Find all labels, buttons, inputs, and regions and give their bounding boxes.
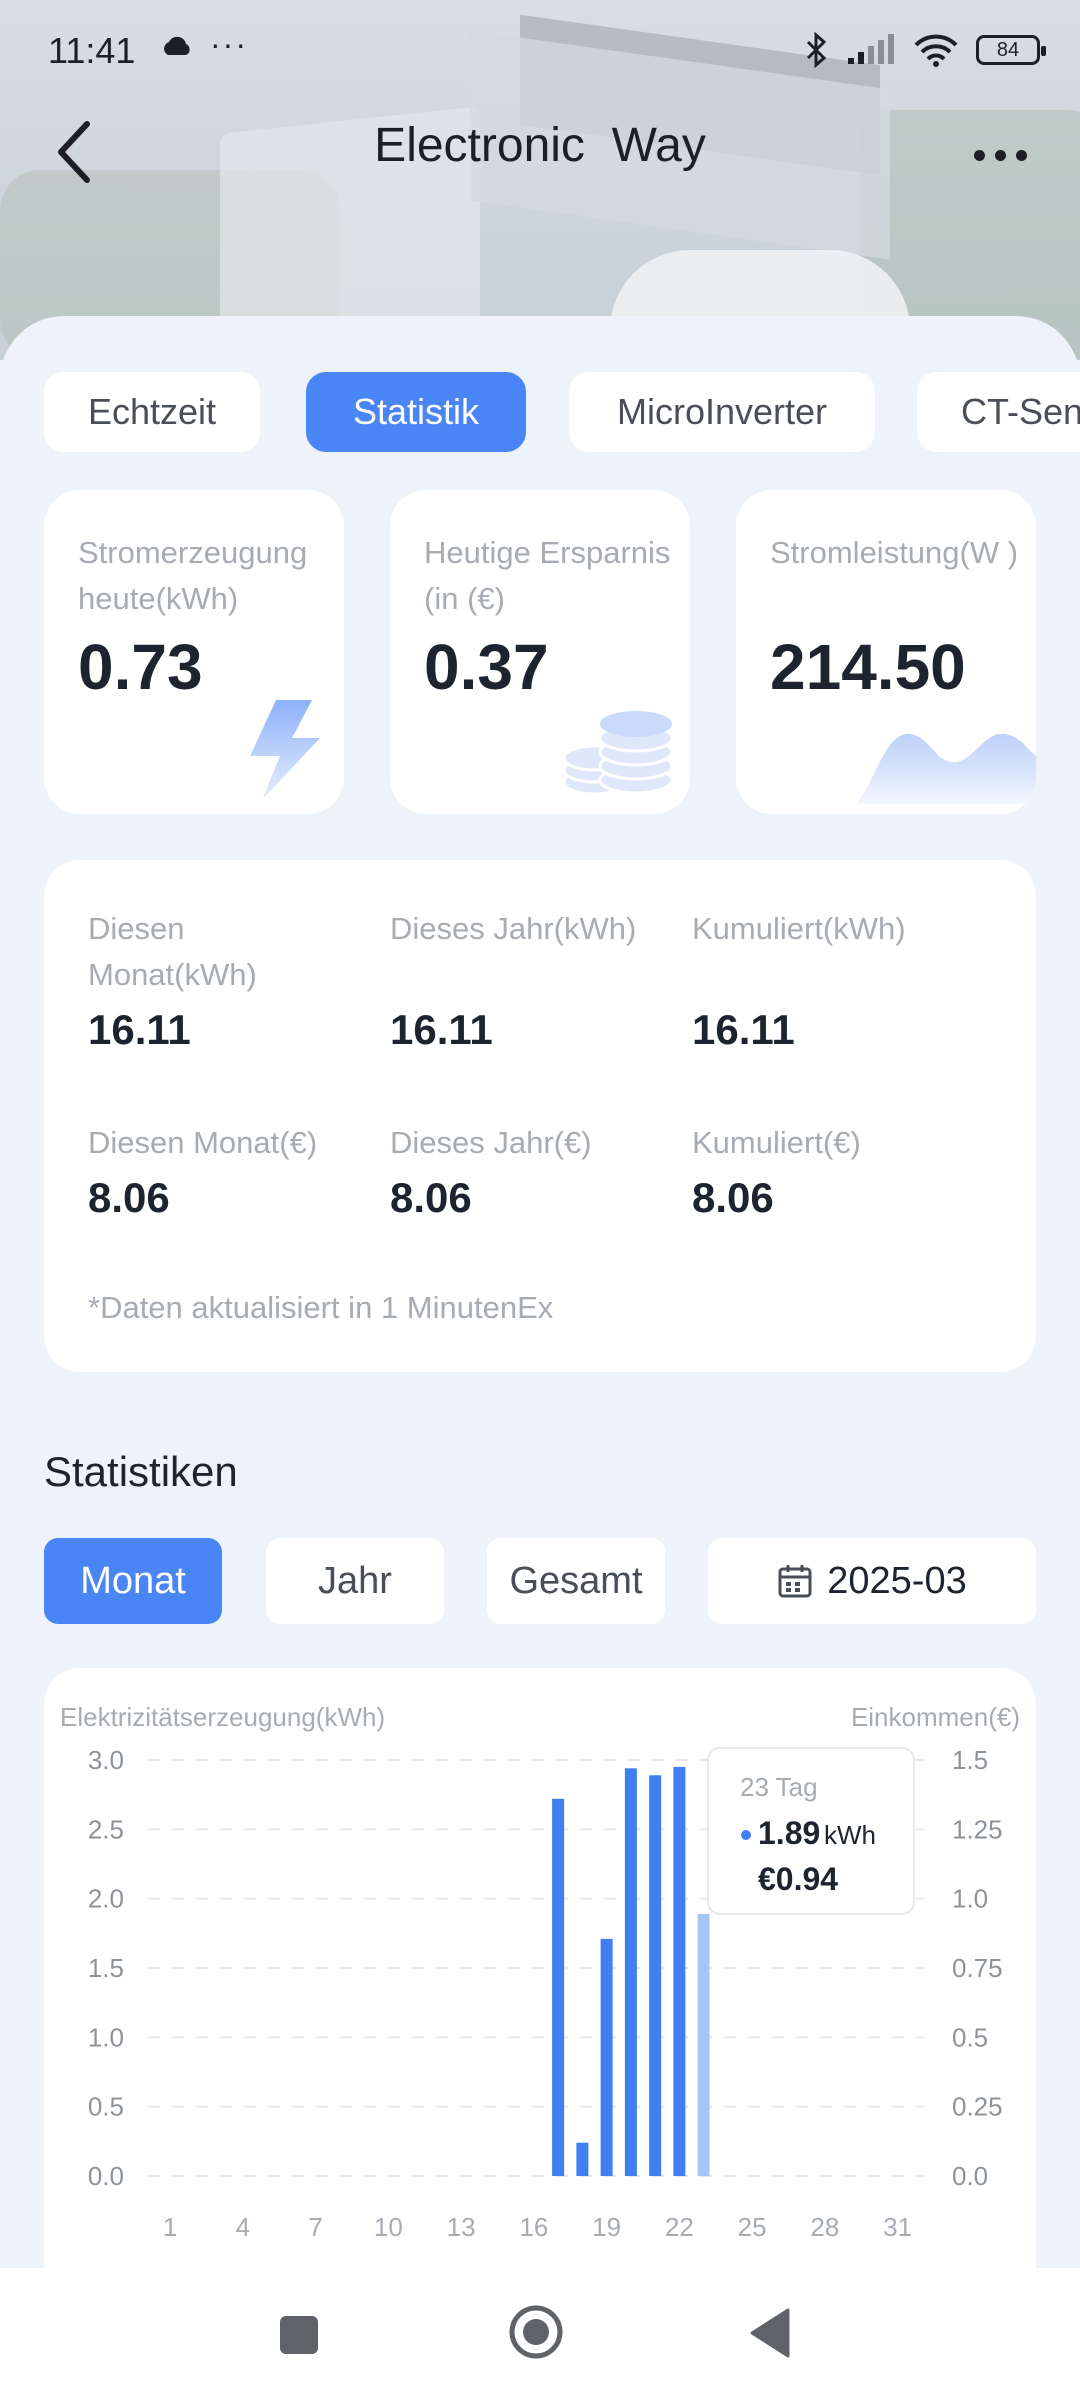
x-tick-label: 13: [447, 2212, 476, 2242]
summary-label-month-kwh: Diesen Monat(kWh): [88, 911, 257, 992]
section-title: Statistiken: [44, 1448, 238, 1495]
y-tick-label-right: 1.5: [952, 1745, 988, 1775]
x-tick-label: 1: [163, 2212, 177, 2242]
tooltip-kwh-value: 1.89: [758, 1815, 820, 1851]
more-dot: [973, 149, 985, 161]
summary-value-month-kwh: 16.11: [88, 1006, 191, 1053]
bar: [552, 1798, 565, 2176]
update-note: *Daten aktualisiert in 1 MinutenEx: [88, 1290, 554, 1325]
date-value: 2025-03: [827, 1559, 967, 1602]
summary-label-year-eur: Dieses Jahr(€): [390, 1125, 592, 1160]
generation-chart[interactable]: Elektrizitätserzeugung(kWh) Einkommen(€) 0…: [44, 1668, 1036, 2368]
x-tick-label: 16: [519, 2212, 548, 2242]
x-tick-label: 28: [810, 2212, 839, 2242]
tooltip-series-dot: [741, 1830, 751, 1840]
more-notifications-icon: ···: [210, 26, 248, 62]
battery-icon: 84: [976, 35, 1046, 65]
y-axis-title-right: Einkommen(€): [851, 1702, 1020, 1732]
x-tick-label: 25: [738, 2212, 767, 2242]
bar: [576, 2142, 589, 2176]
x-tick-label: 22: [665, 2212, 694, 2242]
y-axis-title-left: Elektrizitätserzeugung(kWh): [60, 1702, 385, 1732]
y-tick-label-right: 1.25: [952, 1814, 1003, 1844]
summary-card: Diesen Monat(kWh) 16.11 Dieses Jahr(kWh)…: [44, 860, 1036, 1372]
tooltip-day: 23 Tag: [740, 1772, 818, 1802]
area-wave-icon: [856, 733, 1036, 804]
summary-label-month-eur: Diesen Monat(€): [88, 1125, 318, 1160]
y-tick-label-right: 1.0: [952, 1884, 988, 1914]
y-tick-label-left: 1.0: [88, 2022, 124, 2052]
tab-microinverter[interactable]: MicroInverter: [569, 372, 875, 452]
lightning-icon: [250, 700, 320, 800]
x-tick-label: 7: [308, 2212, 322, 2242]
period-button-year[interactable]: Jahr: [266, 1538, 444, 1624]
y-tick-label-left: 0.0: [88, 2161, 124, 2191]
stat-card-savings-today: Heutige Ersparnis (in (€) 0.37: [390, 490, 690, 814]
calendar-icon: [778, 1565, 812, 1598]
tooltip-income: €0.94: [758, 1861, 838, 1897]
y-tick-label-left: 1.5: [88, 1953, 124, 1983]
more-dot: [994, 149, 1006, 161]
y-tick-label-right: 0.25: [952, 2092, 1003, 2122]
tab-statistik[interactable]: Statistik: [306, 372, 526, 452]
summary-label-total-kwh: Kumuliert(kWh): [692, 911, 906, 946]
system-navigation-bar: [0, 2268, 1080, 2400]
card-value: 0.73: [78, 631, 203, 703]
bar: [697, 1913, 710, 2176]
status-bar: 11:41 ··· 84: [0, 0, 1080, 100]
y-tick-label-left: 2.5: [88, 1814, 124, 1844]
status-time: 11:41: [48, 30, 136, 71]
tab-bar: Echtzeit Statistik MicroInverter CT-Sens…: [44, 372, 1080, 452]
period-button-month[interactable]: Monat: [44, 1538, 222, 1624]
y-tick-label-right: 0.0: [952, 2161, 988, 2191]
summary-value-year-kwh: 16.11: [390, 1006, 493, 1053]
tab-echtzeit[interactable]: Echtzeit: [44, 372, 260, 452]
y-tick-label-right: 0.5: [952, 2022, 988, 2052]
stat-card-power: Stromleistung(W ) 214.50: [736, 490, 1036, 814]
summary-label-year-kwh: Dieses Jahr(kWh): [390, 911, 637, 946]
summary-label-total-eur: Kumuliert(€): [692, 1125, 861, 1160]
summary-value-month-eur: 8.06: [88, 1174, 170, 1221]
summary-value-total-kwh: 16.11: [692, 1006, 795, 1053]
date-picker[interactable]: 2025-03: [708, 1538, 1036, 1624]
battery-level: 84: [996, 38, 1020, 61]
cloud-icon: [164, 36, 190, 55]
y-tick-label-left: 0.5: [88, 2092, 124, 2122]
more-options-button[interactable]: [960, 120, 1040, 190]
card-label: Stromerzeugung heute(kWh): [78, 535, 308, 616]
back-triangle-button[interactable]: [750, 2308, 790, 2358]
coins-icon: [562, 711, 674, 796]
period-button-total[interactable]: Gesamt: [487, 1538, 665, 1624]
wifi-icon: [914, 34, 958, 67]
card-label: Heutige Ersparnis (in (€): [424, 535, 671, 616]
x-tick-label: 31: [883, 2212, 912, 2242]
cellular-signal-icon: [848, 34, 894, 64]
tooltip-kwh-unit: kWh: [824, 1820, 876, 1850]
page-title: Electronic Way: [374, 119, 706, 172]
bar: [649, 1775, 662, 2176]
recents-button[interactable]: [280, 2316, 318, 2354]
more-dot: [1015, 149, 1027, 161]
stat-card-generation-today: Stromerzeugung heute(kWh) 0.73: [44, 490, 344, 814]
home-button[interactable]: [508, 2304, 564, 2360]
chart-card: Elektrizitätserzeugung(kWh) Einkommen(€) 0…: [44, 1668, 1036, 2368]
card-value: 0.37: [424, 631, 549, 703]
x-tick-label: 10: [374, 2212, 403, 2242]
card-label: Stromleistung(W ): [770, 535, 1019, 570]
bluetooth-icon: [806, 32, 827, 68]
tab-ct-sensor[interactable]: CT-Sensor: [917, 372, 1080, 452]
bar: [600, 1938, 613, 2176]
summary-value-total-eur: 8.06: [692, 1174, 774, 1221]
y-tick-label-right: 0.75: [952, 1953, 1003, 1983]
y-tick-label-left: 2.0: [88, 1884, 124, 1914]
x-tick-label: 4: [236, 2212, 250, 2242]
bar: [624, 1768, 637, 2176]
card-value: 214.50: [770, 631, 966, 703]
x-tick-label: 19: [592, 2212, 621, 2242]
summary-value-year-eur: 8.06: [390, 1174, 472, 1221]
bar: [673, 1766, 686, 2176]
y-tick-label-left: 3.0: [88, 1745, 124, 1775]
